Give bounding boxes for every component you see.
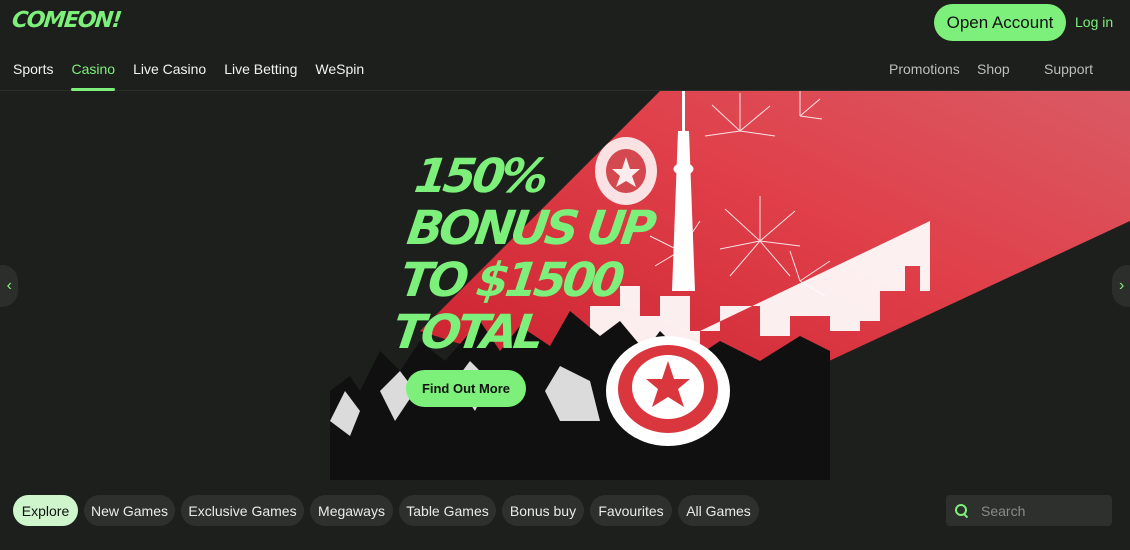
comeon-logo[interactable]: COMEON! [11,8,122,33]
chip-explore[interactable]: Explore [13,495,78,526]
chip-favourites[interactable]: Favourites [590,495,672,526]
chip-all-games[interactable]: All Games [678,495,759,526]
headline-line: BONUS UP [403,201,656,256]
nav-item-sports[interactable]: Sports [13,61,53,91]
headline-line: TO $1500 [396,253,625,308]
nav-item-support[interactable]: Support [1044,61,1093,77]
promo-headline: 150% BONUS UP TO $1500 TOTAL [389,149,662,360]
chip-exclusive-games[interactable]: Exclusive Games [181,495,304,526]
search-icon [955,503,969,518]
chip-megaways[interactable]: Megaways [310,495,393,526]
nav-item-wespin[interactable]: WeSpin [315,61,364,91]
nav-item-live-betting[interactable]: Live Betting [224,61,297,91]
nav-item-live-casino[interactable]: Live Casino [133,61,206,91]
headline-line: TOTAL [389,305,544,360]
top-header: COMEON! Open Account Log in Sports Casin… [0,0,1130,91]
open-account-button[interactable]: Open Account [934,4,1066,41]
search-input[interactable] [981,502,1101,519]
chip-table-games[interactable]: Table Games [399,495,496,526]
headline-line: 150% [411,149,549,204]
login-link[interactable]: Log in [1075,14,1113,30]
chip-new-games[interactable]: New Games [84,495,175,526]
promo-banner[interactable]: 150% BONUS UP TO $1500 TOTAL Find Out Mo… [0,91,1130,480]
nav-item-shop[interactable]: Shop [977,61,1010,77]
main-nav: Sports Casino Live Casino Live Betting W… [13,61,382,91]
find-out-more-button[interactable]: Find Out More [406,370,526,407]
search-box[interactable] [946,495,1112,526]
nav-item-casino[interactable]: Casino [71,61,115,91]
game-filter-bar: Explore New Games Exclusive Games Megawa… [0,480,1130,550]
nav-item-promotions[interactable]: Promotions [889,61,960,77]
chevron-right-icon[interactable]: › [1112,265,1130,307]
chip-bonus-buy[interactable]: Bonus buy [502,495,584,526]
